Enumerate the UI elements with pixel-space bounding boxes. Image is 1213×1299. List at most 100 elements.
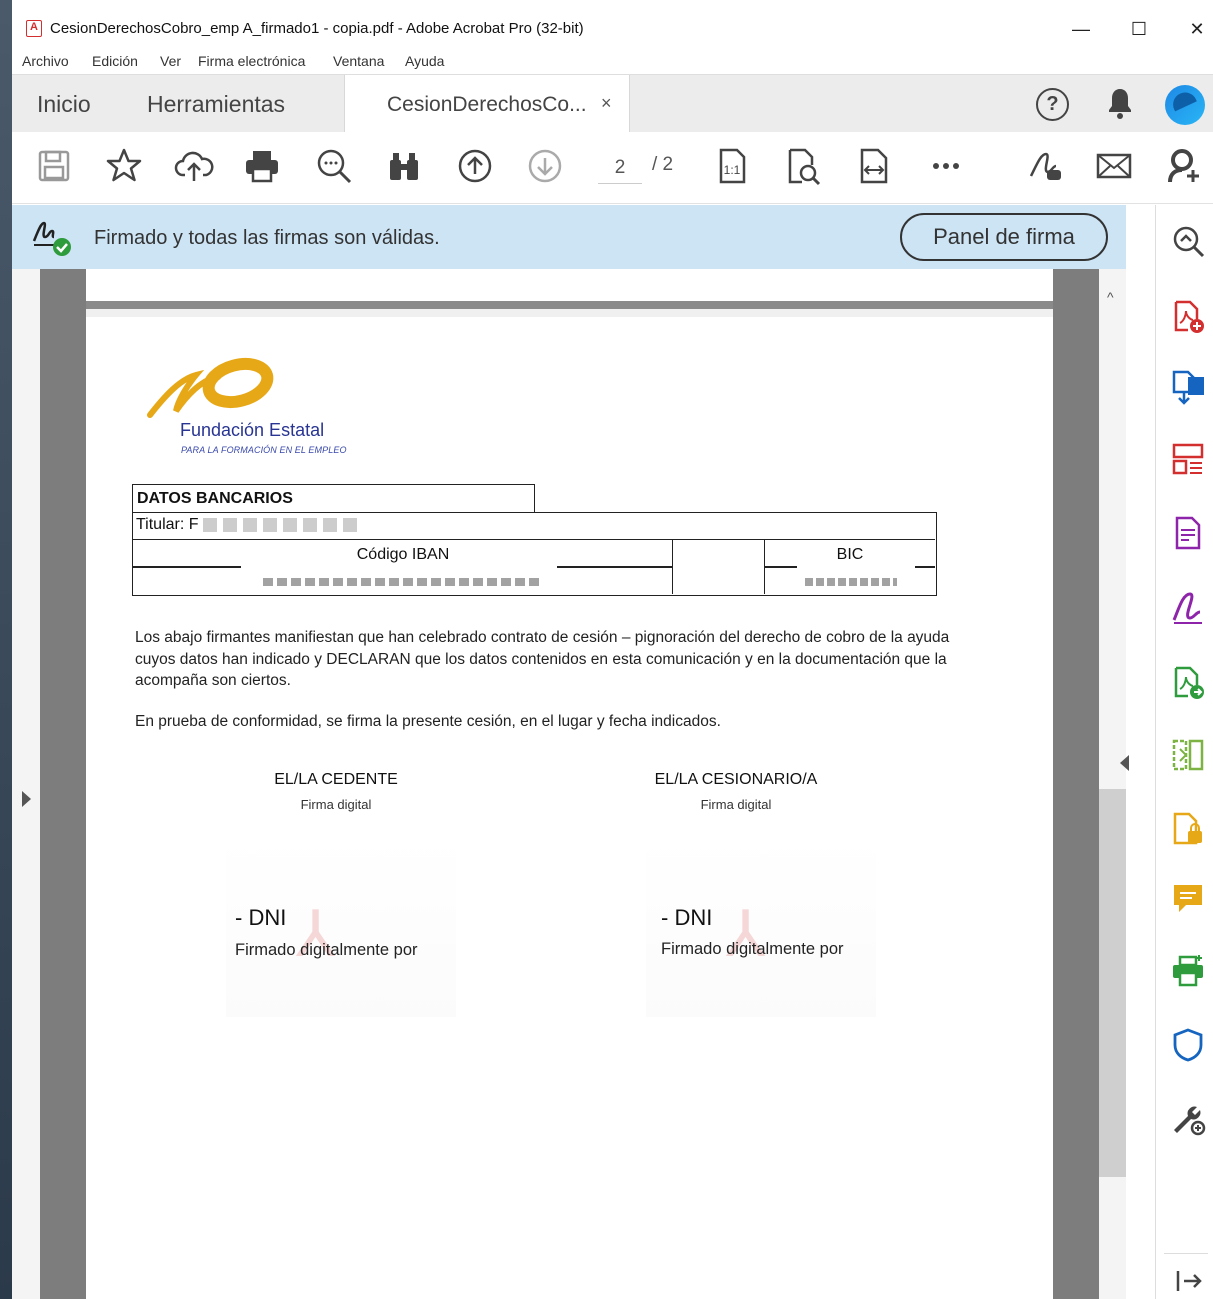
create-pdf-icon[interactable] [1170, 299, 1206, 335]
mail-icon[interactable] [1094, 146, 1134, 186]
help-icon[interactable]: ? [1036, 88, 1069, 121]
compare-icon[interactable] [1170, 737, 1206, 773]
iban-cell: Código IBAN [133, 540, 673, 594]
more-icon[interactable] [926, 146, 966, 186]
tab-document[interactable]: CesionDerechosCo... × [344, 75, 630, 133]
expand-left-panel-icon[interactable] [22, 791, 31, 807]
page-up-icon[interactable] [455, 146, 495, 186]
menu-bar: Archivo Edición Ver Firma electrónica Ve… [12, 48, 1213, 74]
fill-sign-icon[interactable] [1170, 590, 1206, 626]
page-number-input[interactable]: 2 [598, 152, 642, 184]
redacted-titular [202, 517, 363, 532]
minimize-button[interactable]: — [1066, 14, 1096, 44]
cedente-dni: - DNI [235, 905, 287, 930]
bank-data-heading: DATOS BANCARIOS [132, 484, 535, 512]
document-viewport: Fundación Estatal PARA LA FORMACIÓN EN E… [12, 269, 1126, 1299]
iban-rule [557, 566, 673, 568]
bank-data-table: Titular: F Código IBAN BIC [132, 512, 937, 596]
titular-label: Titular: F [136, 516, 199, 533]
edit-pdf-icon[interactable] [1170, 515, 1206, 551]
redacted-bic [805, 578, 897, 586]
fit-width-icon[interactable] [854, 146, 894, 186]
tabs-row: Inicio Herramientas CesionDerechosCo... … [12, 74, 1213, 133]
pane-divider [1164, 1253, 1208, 1254]
notifications-bell-icon[interactable] [1105, 86, 1135, 120]
maximize-button[interactable]: ☐ [1124, 14, 1154, 44]
signature-watermark: ⅄ [296, 898, 336, 970]
redacted-iban [263, 578, 543, 586]
menu-firma-electronica[interactable]: Firma electrónica [198, 53, 305, 69]
signature-watermark: ⅄ [726, 898, 766, 970]
right-tools-pane [1155, 205, 1213, 1299]
page-down-icon[interactable] [525, 146, 565, 186]
logo-subtitle: PARA LA FORMACIÓN EN EL EMPLEO [181, 445, 347, 455]
tab-document-label: CesionDerechosCo... [387, 93, 587, 116]
titular-row: Titular: F [133, 513, 935, 540]
tab-herramientas[interactable]: Herramientas [147, 91, 285, 118]
cedente-signed-by: Firmado digitalmente por [235, 941, 418, 959]
signature-panel-button[interactable]: Panel de firma [900, 213, 1108, 261]
menu-ver[interactable]: Ver [160, 53, 181, 69]
comment-icon[interactable] [1170, 881, 1206, 917]
scrollbar-thumb[interactable] [1099, 789, 1126, 1177]
cedente-digital-signature-label: Firma digital [300, 797, 372, 812]
signature-status-bar: Firmado y todas las firmas son válidas. … [12, 205, 1126, 269]
vertical-scrollbar[interactable]: ^ [1099, 269, 1126, 1299]
window-title: CesionDerechosCobro_emp A_firmado1 - cop… [50, 20, 584, 37]
page-total: / 2 [652, 154, 674, 175]
combine-files-icon[interactable] [1170, 665, 1206, 701]
conformity-paragraph: En prueba de conformidad, se firma la pr… [135, 713, 721, 730]
organize-pages-icon[interactable] [1170, 441, 1206, 477]
print-icon[interactable] [242, 146, 282, 186]
acrobat-app-icon: A [26, 20, 42, 37]
signature-status-message: Firmado y todas las firmas son válidas. [94, 227, 440, 249]
scroll-up-icon[interactable]: ^ [1107, 289, 1114, 305]
bic-rule [915, 566, 935, 568]
add-user-icon[interactable] [1165, 146, 1205, 186]
star-icon[interactable] [104, 146, 144, 186]
main-toolbar: 2 / 2 1:1 [12, 132, 1213, 204]
collapse-pane-icon[interactable] [1170, 1263, 1206, 1299]
declaration-paragraph: Los abajo firmantes manifiestan que han … [135, 629, 950, 689]
cesionario-title: EL/LA CESIONARIO/A [654, 771, 818, 788]
sign-link-icon[interactable] [1025, 146, 1065, 186]
fit-page-icon[interactable]: 1:1 [712, 146, 752, 186]
bic-label: BIC [836, 546, 864, 563]
bic-cell: BIC [765, 540, 935, 594]
left-panel-strip [12, 269, 40, 1299]
right-margin [1053, 269, 1099, 1299]
collapse-right-panel-icon[interactable] [1120, 755, 1129, 771]
pdf-page: Fundación Estatal PARA LA FORMACIÓN EN E… [86, 317, 1053, 1299]
find-binoculars-icon[interactable] [384, 146, 424, 186]
cesionario-signed-by: Firmado digitalmente por [661, 940, 844, 958]
menu-edicion[interactable]: Edición [92, 53, 138, 69]
tab-inicio[interactable]: Inicio [37, 91, 91, 118]
svg-text:1:1: 1:1 [724, 163, 741, 177]
cesionario-dni: - DNI [661, 905, 713, 930]
logo-name: Fundación Estatal [180, 420, 325, 440]
cesionario-digital-signature-label: Firma digital [700, 797, 772, 812]
shield-icon[interactable] [1170, 1027, 1206, 1063]
print-production-icon[interactable] [1170, 953, 1206, 989]
menu-archivo[interactable]: Archivo [22, 53, 69, 69]
fundae-logo [146, 353, 276, 423]
export-pdf-icon[interactable] [1170, 369, 1206, 405]
search-tools-icon[interactable] [1170, 223, 1206, 259]
table-gap [673, 540, 765, 594]
left-margin [40, 269, 86, 1299]
user-avatar[interactable] [1165, 85, 1205, 125]
menu-ventana[interactable]: Ventana [333, 53, 384, 69]
iban-rule [133, 566, 241, 568]
close-tab-icon[interactable]: × [601, 93, 612, 114]
close-window-button[interactable]: ✕ [1182, 14, 1212, 44]
iban-label: Código IBAN [356, 546, 450, 563]
cloud-upload-icon[interactable] [174, 146, 214, 186]
document-search-icon[interactable] [783, 146, 823, 186]
more-tools-icon[interactable] [1170, 1100, 1206, 1136]
protect-file-icon[interactable] [1170, 811, 1206, 847]
menu-ayuda[interactable]: Ayuda [405, 53, 444, 69]
cedente-title: EL/LA CEDENTE [274, 771, 398, 788]
save-icon[interactable] [34, 146, 74, 186]
previous-page-bottom [86, 269, 1053, 309]
zoom-search-icon[interactable] [314, 146, 354, 186]
